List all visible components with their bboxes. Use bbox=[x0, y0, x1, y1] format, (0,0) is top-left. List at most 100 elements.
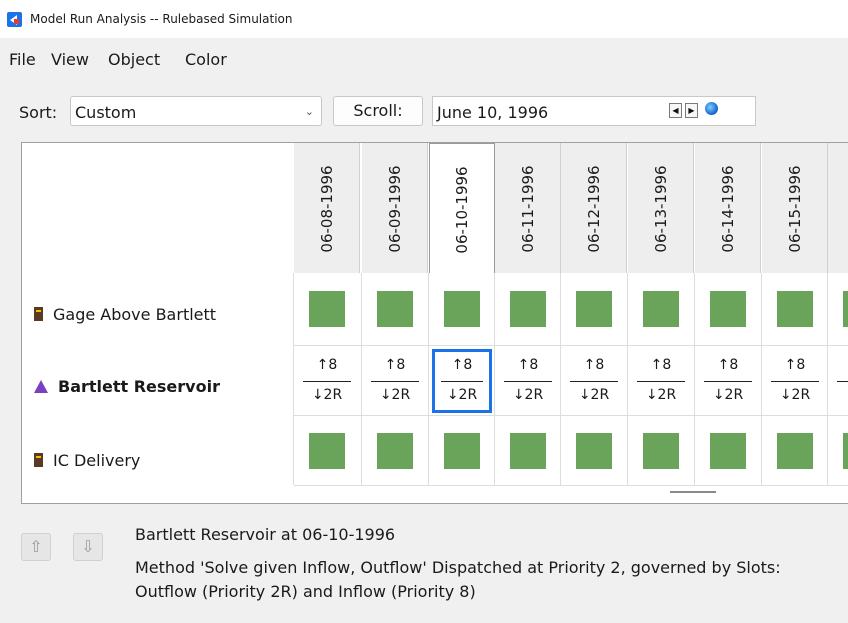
solved-cell[interactable] bbox=[576, 433, 612, 469]
title-bar: Model Run Analysis -- Rulebased Simulati… bbox=[0, 0, 848, 38]
dispatch-top-label: ↑8 bbox=[831, 357, 848, 373]
row-label-ic-delivery[interactable]: IC Delivery bbox=[34, 451, 140, 470]
dispatch-cell[interactable]: ↑8 ↓2R bbox=[498, 349, 558, 413]
arrow-up-icon[interactable]: ⇧ bbox=[21, 533, 51, 561]
solved-cell[interactable] bbox=[377, 433, 413, 469]
dispatch-divider bbox=[771, 381, 819, 382]
solved-cell[interactable] bbox=[843, 433, 848, 469]
dispatch-cell[interactable]: ↑8 ↓2R bbox=[698, 349, 758, 413]
dispatch-divider bbox=[637, 381, 685, 382]
dispatch-cell[interactable]: ↑8 ↓2R bbox=[365, 349, 425, 413]
grid-line bbox=[294, 415, 848, 416]
menu-view[interactable]: View bbox=[51, 50, 89, 69]
dispatch-cell[interactable]: ↑8 ↓2R bbox=[297, 349, 357, 413]
column-header[interactable]: 06-08-1996 bbox=[294, 143, 360, 273]
solved-cell[interactable] bbox=[643, 291, 679, 327]
column-header[interactable]: 06-10-1996 bbox=[429, 143, 495, 273]
dispatch-divider bbox=[570, 381, 618, 382]
info-title: Bartlett Reservoir at 06-10-1996 bbox=[135, 525, 396, 544]
sort-select[interactable]: Custom ⌄ bbox=[70, 96, 322, 126]
solved-cell[interactable] bbox=[510, 291, 546, 327]
solved-cell[interactable] bbox=[444, 433, 480, 469]
solved-cell[interactable] bbox=[777, 291, 813, 327]
grid-line bbox=[293, 273, 294, 485]
dispatch-divider bbox=[371, 381, 419, 382]
dispatch-top-label: ↑8 bbox=[517, 357, 539, 373]
solved-cell[interactable] bbox=[377, 291, 413, 327]
column-header[interactable]: 06-09-1996 bbox=[362, 143, 428, 273]
dispatch-divider bbox=[303, 381, 351, 382]
column-header-label: 06-14-1996 bbox=[718, 165, 737, 253]
app-icon bbox=[7, 12, 22, 27]
dispatch-top-label: ↑8 bbox=[717, 357, 739, 373]
grid-line bbox=[361, 273, 362, 485]
grid-line bbox=[694, 273, 695, 485]
row-label-gage-above-bartlett[interactable]: Gage Above Bartlett bbox=[34, 305, 216, 324]
reservoir-icon bbox=[34, 380, 48, 393]
info-detail: Outflow (Priority 2R) and Inflow (Priori… bbox=[135, 582, 476, 601]
solved-cell[interactable] bbox=[309, 291, 345, 327]
menu-object[interactable]: Object bbox=[108, 50, 160, 69]
gage-icon bbox=[34, 307, 43, 321]
solved-cell[interactable] bbox=[843, 291, 848, 327]
grid-line bbox=[294, 345, 848, 346]
column-header[interactable]: 06-15-1996 bbox=[762, 143, 828, 273]
grid-line bbox=[827, 273, 828, 485]
column-header[interactable]: 06-14-1996 bbox=[695, 143, 761, 273]
gage-icon bbox=[34, 453, 43, 467]
grid-line bbox=[294, 485, 848, 486]
scroll-button[interactable]: Scroll: bbox=[333, 96, 423, 126]
row-label-text: Bartlett Reservoir bbox=[58, 377, 220, 396]
dispatch-top-label: ↑8 bbox=[316, 357, 338, 373]
column-header-partial bbox=[828, 143, 848, 273]
triangle-left-icon[interactable]: ◀ bbox=[669, 103, 682, 118]
dispatch-cell[interactable]: ↑8 ↓2R bbox=[564, 349, 624, 413]
grid-line bbox=[627, 273, 628, 485]
column-header[interactable]: 06-13-1996 bbox=[628, 143, 694, 273]
dispatch-cell[interactable]: ↑8 ↓2R bbox=[432, 349, 492, 413]
menu-color[interactable]: Color bbox=[185, 50, 227, 69]
dispatch-top-label: ↑8 bbox=[583, 357, 605, 373]
dispatch-bottom-label: ↓2R bbox=[512, 387, 544, 403]
dispatch-divider bbox=[704, 381, 752, 382]
menu-file[interactable]: File bbox=[9, 50, 36, 69]
column-header-label: 06-09-1996 bbox=[385, 165, 404, 253]
solved-cell[interactable] bbox=[510, 433, 546, 469]
date-value: June 10, 1996 bbox=[437, 103, 549, 122]
column-header-label: 06-12-1996 bbox=[584, 165, 603, 253]
date-field[interactable]: June 10, 1996 ◀ ▶ bbox=[432, 96, 756, 126]
triangle-right-icon[interactable]: ▶ bbox=[685, 103, 698, 118]
dispatch-top-label: ↑8 bbox=[384, 357, 406, 373]
solved-cell[interactable] bbox=[576, 291, 612, 327]
column-header-label: 06-13-1996 bbox=[651, 165, 670, 253]
sort-value: Custom bbox=[75, 103, 137, 122]
column-header[interactable]: 06-11-1996 bbox=[495, 143, 561, 273]
dispatch-divider bbox=[504, 381, 552, 382]
solved-cell[interactable] bbox=[710, 433, 746, 469]
column-header-label: 06-11-1996 bbox=[518, 165, 537, 253]
solved-cell[interactable] bbox=[710, 291, 746, 327]
column-header-label: 06-08-1996 bbox=[317, 165, 336, 253]
grid-line bbox=[761, 273, 762, 485]
arrow-down-icon[interactable]: ⇩ bbox=[73, 533, 103, 561]
dispatch-top-label: ↑8 bbox=[650, 357, 672, 373]
chevron-down-icon: ⌄ bbox=[304, 105, 314, 118]
dispatch-bottom-label: ↓2R bbox=[311, 387, 343, 403]
dispatch-top-label: ↑8 bbox=[784, 357, 806, 373]
column-header[interactable]: 06-12-1996 bbox=[561, 143, 627, 273]
dispatch-divider bbox=[441, 381, 483, 382]
solved-cell[interactable] bbox=[309, 433, 345, 469]
globe-icon[interactable] bbox=[705, 102, 718, 115]
dispatch-cell[interactable]: ↑8 ↓2R bbox=[765, 349, 825, 413]
solved-cell[interactable] bbox=[643, 433, 679, 469]
horizontal-scrollbar-thumb[interactable] bbox=[670, 491, 716, 493]
info-detail: Method 'Solve given Inflow, Outflow' Dis… bbox=[135, 558, 781, 577]
dispatch-cell[interactable]: ↑8 ↓2R bbox=[831, 349, 848, 413]
column-header-label: 06-10-1996 bbox=[453, 166, 471, 254]
solved-cell[interactable] bbox=[444, 291, 480, 327]
dispatch-cell[interactable]: ↑8 ↓2R bbox=[631, 349, 691, 413]
column-header-label: 06-15-1996 bbox=[785, 165, 804, 253]
grid-line bbox=[560, 273, 561, 485]
row-label-bartlett-reservoir[interactable]: Bartlett Reservoir bbox=[34, 377, 220, 396]
solved-cell[interactable] bbox=[777, 433, 813, 469]
